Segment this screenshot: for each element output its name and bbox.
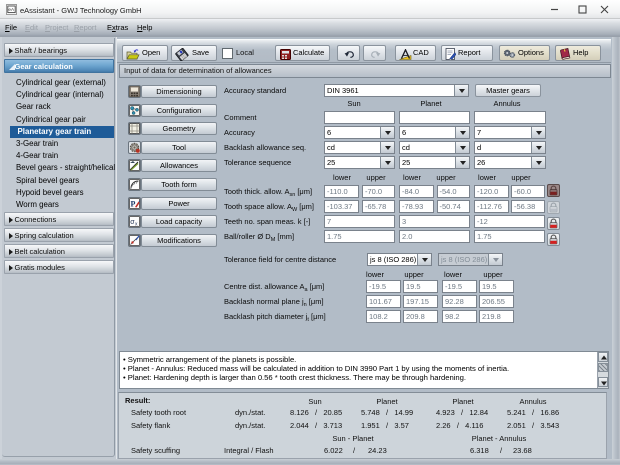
svg-text:eA: eA [8, 7, 15, 12]
svg-text:P: P [131, 199, 136, 208]
